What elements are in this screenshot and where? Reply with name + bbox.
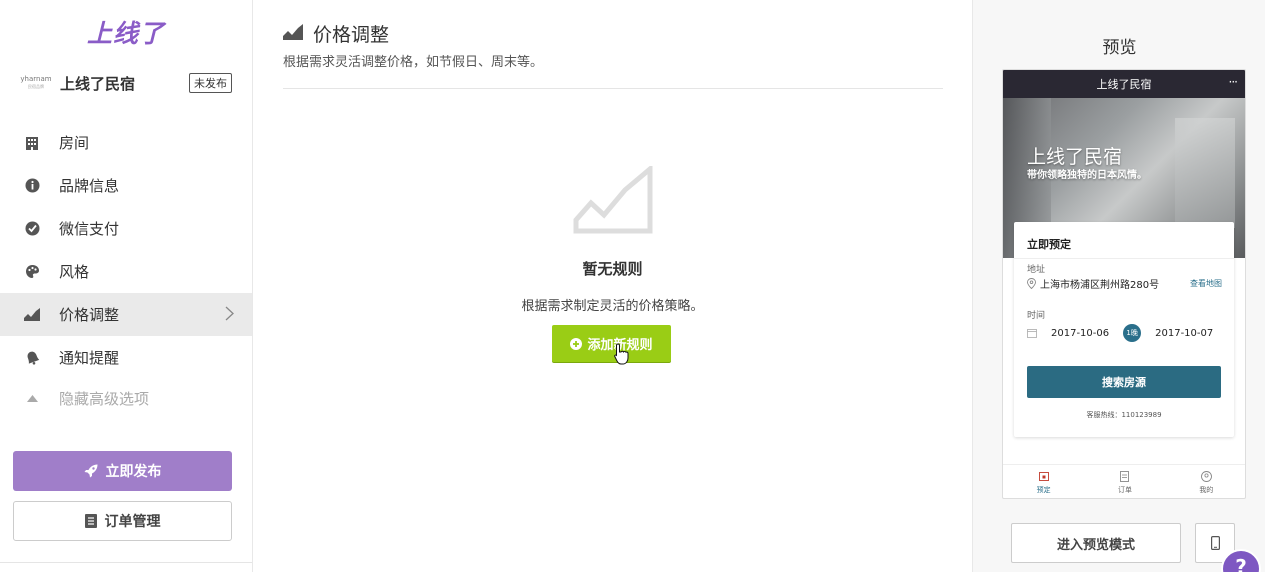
empty-state-description: 根据需求制定灵活的价格策略。	[521, 299, 704, 314]
tab-label: 我的	[1199, 486, 1214, 494]
sidebar-item-label: 房间	[59, 134, 90, 152]
sidebar-item-label: 风格	[59, 263, 90, 281]
sidebar-item-label: 通知提醒	[59, 349, 120, 367]
sidebar-item-wechat-pay[interactable]: 微信支付	[0, 207, 252, 250]
brand-mini-subtext: 民宿品牌	[28, 84, 44, 89]
toggle-advanced-options[interactable]: 隐藏高级选项	[0, 379, 252, 417]
sidebar-item-label: 品牌信息	[59, 177, 120, 195]
brand-mini-text: yharnam	[20, 75, 52, 83]
info-icon	[24, 178, 40, 194]
sidebar-item-rooms[interactable]: 房间	[0, 121, 252, 164]
hand-cursor-icon	[614, 343, 630, 369]
sidebar-item-style[interactable]: 风格	[0, 250, 252, 293]
page-header: 价格调整	[283, 20, 389, 47]
phone-header-title: 上线了民宿	[1096, 78, 1152, 91]
empty-state-chart-icon	[573, 163, 653, 238]
hero-subtitle: 带你领略独特的日本风情。	[1027, 170, 1147, 181]
publish-button[interactable]: 立即发布	[13, 451, 232, 491]
phone-tab-bar: 预定 订单 我的	[1003, 464, 1245, 498]
sidebar-nav: 房间 品牌信息 微信支付 风格 价格调整 通知提醒 隐藏高级选项	[0, 121, 252, 417]
card-divider	[1014, 258, 1234, 259]
search-rooms-button[interactable]: 搜索房源	[1027, 366, 1221, 398]
brand-name: 上线了民宿	[60, 74, 136, 93]
date-row: 2017-10-06 1晚 2017-10-07	[1027, 323, 1227, 343]
add-rule-button[interactable]: 添加新规则	[552, 325, 671, 362]
address-value: 上海市杨浦区荆州路280号	[1040, 280, 1160, 291]
view-map-link[interactable]: 查看地图	[1190, 278, 1222, 289]
address-label: 地址	[1027, 265, 1046, 275]
tab-label: 订单	[1117, 486, 1132, 494]
chevron-right-icon	[225, 306, 234, 325]
brand-row: yharnam 民宿品牌 上线了民宿 未发布	[20, 70, 232, 96]
plus-circle-icon	[570, 337, 583, 350]
mobile-phone-icon	[1210, 536, 1220, 550]
preview-title: 预览	[1102, 38, 1137, 58]
hero-title: 上线了民宿	[1027, 146, 1123, 168]
wechat-pay-icon	[24, 221, 40, 237]
address-row: 上海市杨浦区荆州路280号	[1027, 276, 1159, 291]
orders-button[interactable]: 订单管理	[13, 501, 232, 541]
time-label: 时间	[1027, 311, 1046, 321]
main-content: 价格调整 根据需求灵活调整价格，如节假日、周末等。 暂无规则 根据需求制定灵活的…	[253, 0, 972, 572]
document-icon	[1120, 470, 1130, 482]
sidebar-item-brand-info[interactable]: 品牌信息	[0, 164, 252, 207]
booking-card-title: 立即预定	[1027, 238, 1071, 251]
preview-panel: 预览 上线了民宿 ··· 上线了民宿 带你领略独特的日本风情。 立即预定 地址 …	[972, 0, 1265, 572]
sidebar-item-price-adjust[interactable]: 价格调整	[0, 293, 252, 336]
page-title: 价格调整	[313, 24, 390, 46]
bell-icon	[24, 350, 40, 366]
booking-card: 立即预定 地址 上海市杨浦区荆州路280号 查看地图 时间 2017-10-06	[1014, 222, 1234, 437]
sidebar-item-notifications[interactable]: 通知提醒	[0, 336, 252, 379]
brand-mini-logo: yharnam 民宿品牌	[20, 75, 52, 91]
tab-booking[interactable]: 预定	[1003, 465, 1084, 498]
palette-icon	[24, 264, 40, 280]
app-logo[interactable]: 上线了	[87, 14, 165, 50]
building-icon	[24, 135, 40, 151]
document-icon	[84, 514, 97, 528]
user-icon	[1200, 470, 1212, 482]
sidebar-item-label: 隐藏高级选项	[59, 389, 150, 408]
calendar-icon	[1027, 328, 1037, 338]
checkout-date[interactable]: 2017-10-07	[1155, 328, 1213, 339]
publish-button-label: 立即发布	[105, 464, 162, 480]
caret-up-icon	[24, 390, 40, 406]
chart-area-icon	[283, 23, 303, 44]
enter-preview-mode-button[interactable]: 进入预览模式	[1011, 523, 1181, 563]
hotline-text: 客服热线：110123989	[1086, 411, 1162, 419]
sidebar: 上线了 yharnam 民宿品牌 上线了民宿 未发布 房间 品牌信息 微信支付 …	[0, 0, 253, 572]
rocket-icon	[84, 464, 98, 478]
checkin-date[interactable]: 2017-10-06	[1051, 328, 1109, 339]
tab-profile[interactable]: 我的	[1166, 465, 1245, 498]
tab-orders[interactable]: 订单	[1084, 465, 1165, 498]
nights-badge: 1晚	[1123, 324, 1142, 342]
location-pin-icon	[1027, 278, 1036, 289]
sidebar-item-label: 价格调整	[59, 306, 120, 324]
tab-label: 预定	[1036, 486, 1051, 494]
app-root: 上线了 yharnam 民宿品牌 上线了民宿 未发布 房间 品牌信息 微信支付 …	[0, 0, 1265, 572]
page-description: 根据需求灵活调整价格，如节假日、周末等。	[283, 55, 544, 70]
phone-header: 上线了民宿 ···	[1003, 70, 1245, 98]
empty-state-title: 暂无规则	[582, 260, 643, 278]
more-icon: ···	[1228, 75, 1239, 89]
header-divider	[283, 88, 943, 89]
sidebar-item-label: 微信支付	[59, 220, 120, 238]
sidebar-divider	[0, 562, 252, 563]
orders-button-label: 订单管理	[104, 514, 161, 530]
status-badge: 未发布	[189, 73, 232, 93]
phone-preview: 上线了民宿 ··· 上线了民宿 带你领略独特的日本风情。 立即预定 地址 上海市…	[1002, 69, 1246, 499]
calendar-icon	[1038, 470, 1049, 482]
chart-area-icon	[24, 307, 40, 323]
